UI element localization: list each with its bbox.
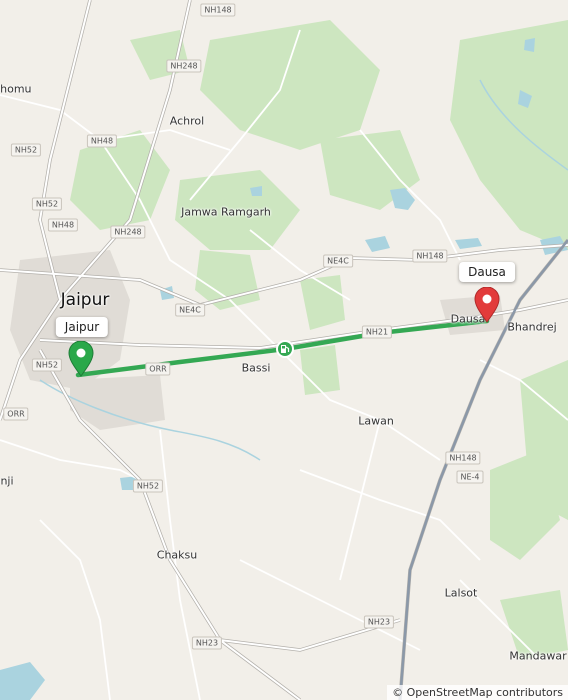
place-label-achrol: Achrol bbox=[169, 114, 205, 128]
road-shield: NH248 bbox=[110, 225, 146, 239]
road-shield: ORR bbox=[145, 362, 171, 376]
place-label-partial: nji bbox=[0, 474, 14, 488]
road-shield: NH23 bbox=[363, 615, 395, 629]
road-shield: NE-4 bbox=[456, 470, 484, 484]
place-label-mandawar: Mandawar bbox=[509, 649, 567, 663]
road-shield: NH52 bbox=[10, 143, 42, 157]
place-label-bhandrej: Bhandrej bbox=[507, 320, 557, 334]
attribution-link[interactable]: © OpenStreetMap contributors bbox=[392, 686, 563, 699]
road-shield: NE4C bbox=[323, 254, 353, 268]
road-shield: ORR bbox=[3, 407, 29, 421]
place-label-jaipur-city: Jaipur bbox=[60, 290, 110, 310]
road-shield: NH21 bbox=[361, 325, 393, 339]
end-marker-tooltip: Dausa bbox=[459, 262, 515, 282]
start-marker-tooltip: Jaipur bbox=[55, 317, 109, 337]
map-attribution: © OpenStreetMap contributors bbox=[387, 685, 568, 700]
place-label-chomu: Chomu bbox=[0, 82, 32, 96]
place-label-lawan: Lawan bbox=[358, 414, 394, 428]
end-marker-pin-icon[interactable] bbox=[474, 287, 500, 323]
road-shield: NH52 bbox=[31, 358, 63, 372]
start-marker-pin-icon[interactable] bbox=[68, 341, 94, 377]
place-label-jamwa-ramgarh: Jamwa Ramgarh bbox=[181, 205, 271, 219]
road-shield: NH48 bbox=[86, 134, 118, 148]
road-shield: NH48 bbox=[47, 218, 79, 232]
place-label-bassi: Bassi bbox=[241, 361, 271, 375]
road-shield: NH148 bbox=[200, 3, 236, 17]
fuel-station-icon[interactable] bbox=[275, 339, 295, 359]
place-label-chaksu: Chaksu bbox=[156, 548, 198, 562]
road-shield: NE4C bbox=[175, 303, 205, 317]
road-shield: NH148 bbox=[412, 249, 448, 263]
map-canvas[interactable]: Chomu Achrol Jamwa Ramgarh Jaipur Bassi … bbox=[0, 0, 568, 700]
place-label-lalsot: Lalsot bbox=[444, 586, 478, 600]
road-shield: NH52 bbox=[31, 197, 63, 211]
road-shield: NH148 bbox=[445, 451, 481, 465]
road-shield: NH23 bbox=[191, 636, 223, 650]
road-shield: NH52 bbox=[132, 479, 164, 493]
road-shield: NH248 bbox=[166, 59, 202, 73]
